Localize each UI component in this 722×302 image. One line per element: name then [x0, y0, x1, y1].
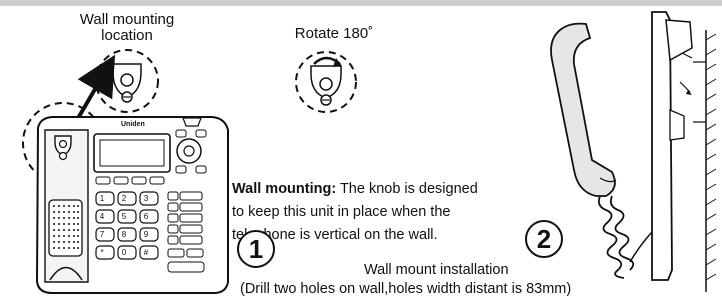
keypad-key-label: 0	[121, 248, 127, 257]
keypad-key-label: 7	[99, 230, 105, 239]
wall-hook-knob-icon	[112, 63, 142, 103]
wall-mount-location-label: Wall mounting location	[79, 11, 175, 44]
install-title: Wall mount installation	[364, 262, 509, 278]
wall-hook-knob-rotated-icon	[310, 65, 342, 106]
keypad-key-label: 8	[121, 230, 127, 239]
keypad-key-label: 1	[99, 194, 105, 203]
keypad-key-label: 5	[121, 212, 127, 221]
description-heading: Wall mounting:	[232, 181, 337, 197]
step-one-badge: 1	[237, 230, 275, 268]
diagram-artwork	[22, 11, 717, 294]
description-line-3: telephone is vertical on the wall.	[232, 227, 438, 243]
install-note: (Drill two holes on wall,holes width dis…	[240, 281, 572, 297]
desk-phone	[35, 116, 229, 294]
keypad-key-label: 6	[143, 212, 149, 221]
description-line-1: The knob is designed	[336, 181, 478, 197]
keypad-key-label: #	[143, 248, 149, 257]
keypad-key-label: 3	[143, 194, 149, 203]
knob-location-callout	[95, 49, 159, 113]
description-line-2: to keep this unit in place when the	[232, 204, 451, 220]
step-two-badge: 2	[525, 220, 563, 258]
brand-label: Uniden	[121, 121, 145, 128]
wall-mounting-description: Wall mounting: The knob is designed to k…	[232, 178, 532, 247]
keypad-key-label: 2	[121, 194, 127, 203]
rotate-label: Rotate 180˚	[294, 25, 374, 42]
wall-mounted-phone	[550, 11, 717, 292]
keypad-key-label: *	[100, 248, 104, 257]
screw-arrow-icon	[679, 51, 693, 95]
keypad-key-label: 9	[143, 230, 149, 239]
rotated-knob-callout	[295, 51, 357, 113]
keypad-key-label: 4	[99, 212, 105, 221]
